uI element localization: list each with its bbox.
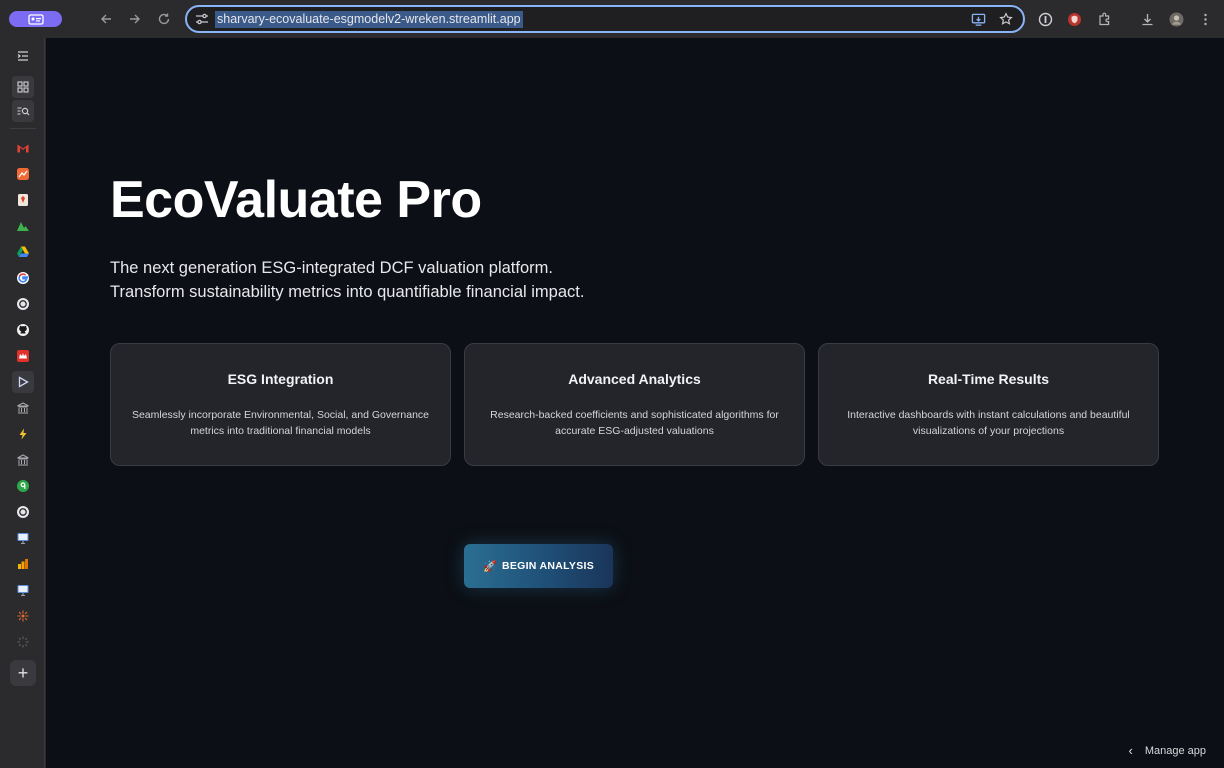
tab-app-orange[interactable] [12, 189, 34, 211]
sidebar-divider [10, 128, 36, 129]
account-avatar-button[interactable] [1166, 9, 1186, 29]
tab-loading[interactable] [12, 631, 34, 653]
profile-card-icon [27, 13, 44, 25]
bar-chart-icon [18, 559, 28, 569]
tab-analytics[interactable] [12, 163, 34, 185]
tab-streamlit-active[interactable] [12, 371, 34, 393]
spinner-icon [17, 636, 29, 648]
tab-monitor-2[interactable] [12, 579, 34, 601]
site-settings-icon[interactable] [195, 12, 209, 26]
bank-icon [17, 402, 29, 414]
mountain-icon [17, 222, 29, 231]
hero-subtitle: The next generation ESG-integrated DCF v… [110, 256, 584, 304]
card-description: Interactive dashboards with instant calc… [847, 409, 1130, 437]
card-description: Seamlessly incorporate Environmental, So… [131, 409, 430, 437]
tab-openai-2[interactable] [12, 501, 34, 523]
page-title: EcoValuate Pro [110, 171, 482, 229]
tab-github[interactable] [12, 319, 34, 341]
download-icon [1142, 13, 1152, 25]
address-bar[interactable]: sharvary-ecovaluate-esgmodelv2-wreken.st… [185, 5, 1025, 33]
app-viewport: EcoValuate Pro The next generation ESG-i… [46, 38, 1224, 768]
monitor-icon [17, 533, 29, 545]
search-tabs-icon [17, 107, 30, 116]
password-manager-button[interactable] [1035, 9, 1055, 29]
monitor-icon [17, 585, 29, 597]
tab-search-button[interactable] [12, 100, 34, 122]
manage-app-button[interactable]: ‹ Manage app [1128, 743, 1206, 758]
extension-shield-button[interactable] [1064, 9, 1084, 29]
arrow-left-icon [101, 14, 111, 24]
shield-icon [1067, 12, 1081, 26]
github-icon [17, 324, 29, 336]
star-icon [999, 12, 1013, 25]
browser-menu-button[interactable] [1195, 9, 1215, 29]
tab-app-nine[interactable] [12, 475, 34, 497]
feature-card-advanced-analytics: Advanced Analytics Research-backed coeff… [464, 343, 805, 466]
google-drive-icon [17, 246, 29, 257]
bank-icon [17, 454, 29, 466]
begin-analysis-button[interactable]: 🚀 BEGIN ANALYSIS [464, 544, 613, 588]
ai-knot-icon [17, 298, 29, 310]
ai-knot-icon [17, 506, 29, 518]
extensions-button[interactable] [1094, 9, 1114, 29]
reload-button[interactable] [154, 9, 174, 29]
number-badge-icon [17, 480, 29, 492]
password-icon [1038, 12, 1052, 26]
manage-app-label: Manage app [1144, 744, 1206, 757]
google-icon [17, 272, 29, 284]
tab-gmail[interactable] [12, 137, 34, 159]
subtitle-line: The next generation ESG-integrated DCF v… [110, 259, 553, 277]
chevron-left-icon: ‹ [1128, 743, 1133, 758]
collapse-tabs-button[interactable] [12, 45, 34, 67]
tab-bank-2[interactable] [12, 449, 34, 471]
tab-bars-app[interactable] [12, 553, 34, 575]
tab-app-green[interactable] [12, 215, 34, 237]
back-button[interactable] [96, 9, 116, 29]
forward-button[interactable] [125, 9, 145, 29]
app-tile-icon [18, 194, 28, 206]
puzzle-icon [1098, 12, 1109, 25]
card-title: Advanced Analytics [568, 371, 701, 387]
downloads-button[interactable] [1137, 9, 1157, 29]
collapse-sidebar-icon [17, 51, 28, 61]
browser-toolbar: sharvary-ecovaluate-esgmodelv2-wreken.st… [0, 0, 1224, 38]
tab-app-red[interactable] [12, 345, 34, 367]
chart-app-icon [17, 168, 29, 180]
plus-icon: + [17, 662, 29, 683]
grid-icon [17, 81, 29, 93]
tab-google-drive[interactable] [12, 241, 34, 263]
profile-button[interactable] [9, 11, 62, 27]
more-vertical-icon [1203, 13, 1207, 25]
avatar-icon [1169, 12, 1183, 26]
url-text[interactable]: sharvary-ecovaluate-esgmodelv2-wreken.st… [215, 11, 523, 28]
tab-openai[interactable] [12, 293, 34, 315]
card-title: Real-Time Results [927, 371, 1050, 387]
reload-icon [158, 13, 170, 25]
arrow-right-icon [130, 14, 140, 24]
card-title: ESG Integration [227, 371, 334, 387]
subtitle-line: Transform sustainability metrics into qu… [110, 283, 585, 301]
lightning-icon [19, 428, 27, 440]
sparkle-icon [17, 610, 29, 622]
tab-groups-button[interactable] [12, 76, 34, 98]
tab-sparkle-app[interactable] [12, 605, 34, 627]
install-app-button[interactable] [970, 11, 986, 27]
new-tab-button[interactable]: + [10, 660, 36, 686]
begin-analysis-label: BEGIN ANALYSIS [501, 560, 595, 572]
install-screen-icon [971, 13, 985, 26]
tab-monitor-1[interactable] [12, 527, 34, 549]
rocket-icon: 🚀 [482, 560, 497, 573]
tab-lightning[interactable] [12, 423, 34, 445]
feature-card-esg-integration: ESG Integration Seamlessly incorporate E… [110, 343, 451, 466]
vertical-tab-strip: + [0, 38, 45, 768]
tab-google[interactable] [12, 267, 34, 289]
play-outline-icon [18, 376, 29, 388]
crown-app-icon [17, 350, 29, 362]
bookmark-button[interactable] [998, 11, 1014, 27]
tab-bank-1[interactable] [12, 397, 34, 419]
card-description: Research-backed coefficients and sophist… [490, 409, 779, 437]
feature-card-real-time-results: Real-Time Results Interactive dashboards… [818, 343, 1159, 466]
gmail-icon [17, 144, 29, 153]
